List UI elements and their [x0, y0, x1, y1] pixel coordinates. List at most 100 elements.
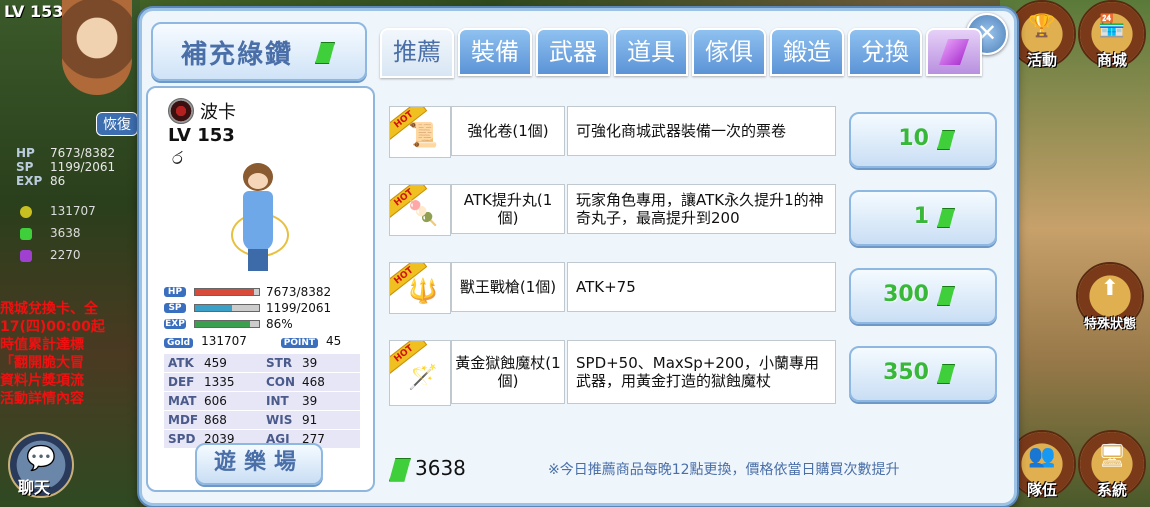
recover-button[interactable]: 恢復: [96, 112, 138, 136]
buy-button[interactable]: 1: [849, 190, 997, 246]
hud-avatar[interactable]: [62, 0, 132, 95]
tab-furniture[interactable]: 傢俱: [692, 28, 766, 76]
hud-sp-value: 1199/2061: [50, 160, 116, 174]
item-price: 350: [883, 360, 929, 385]
item-image: HOT 🔱: [389, 262, 451, 314]
hp-bar-fill: [195, 289, 254, 295]
green-diamond-icon: [315, 42, 335, 64]
item-price: 300: [883, 282, 929, 307]
activity-label: 活動: [1026, 51, 1057, 69]
balance-value: 3638: [415, 456, 466, 480]
shop-button[interactable]: 🏪 商城: [1078, 0, 1146, 69]
character-bars: HP 7673/8382 SP 1199/2061 EXP 86%: [164, 284, 331, 332]
shop-item-row: HOT 📜 強化卷(1個) 可強化商城武器裝備一次的票卷: [389, 106, 836, 158]
hud-stats: HP 7673/8382 SP 1199/2061 EXP 86: [16, 146, 115, 188]
hud-sp-label: SP: [16, 160, 34, 174]
point-value: 45: [326, 334, 342, 348]
spear-icon: 🔱: [408, 277, 438, 305]
hud-green-diamond-value: 3638: [50, 226, 81, 240]
topup-label: 補充綠鑽: [181, 40, 294, 70]
character-level: LV 153: [168, 125, 235, 146]
topup-green-diamond-button[interactable]: 補充綠鑽: [151, 22, 367, 81]
buy-button[interactable]: 350: [849, 346, 997, 402]
game-background-right: [1000, 0, 1150, 507]
tab-weapons[interactable]: 武器: [536, 28, 610, 76]
item-name: 黃金獄蝕魔杖(1個): [451, 340, 565, 404]
hp-tag: HP: [164, 287, 186, 297]
hud-currency: 131707 3638 2270: [20, 200, 96, 266]
diamond-balance: 3638: [389, 456, 466, 482]
gold-value: 131707: [201, 334, 247, 348]
green-diamond-icon: [389, 457, 411, 482]
activity-button[interactable]: 🏆 活動: [1008, 0, 1076, 69]
item-name: 獸王戰槍(1個): [451, 262, 565, 312]
item-price: 1: [913, 204, 929, 229]
buy-button[interactable]: 10: [849, 112, 997, 168]
hud-hp-value: 7673/8382: [50, 146, 116, 160]
green-diamond-icon: [937, 208, 955, 228]
item-image: HOT 🪄: [389, 340, 451, 406]
shop-item-row: HOT 🔱 獸王戰槍(1個) ATK+75: [389, 262, 836, 314]
system-label: 系統: [1096, 481, 1127, 499]
news-line: 「翻開脆大冒: [0, 355, 84, 371]
shop-label: 商城: [1096, 51, 1127, 69]
news-ticker: 飛城兌換卡、全 17(四)00:00起 時值累計達標 「翻開脆大冒 資料片獎項流…: [0, 300, 140, 408]
news-line: 資料片獎項流: [0, 373, 84, 389]
character-card: 波卡 LV 153 ර HP 7673/8382 SP 1199/2061 EXP 8…: [146, 86, 375, 492]
shop-tabs: 推薦 裝備 武器 道具 傢俱 鍛造 兌換: [380, 28, 986, 78]
green-diamond-icon: [937, 286, 955, 306]
news-line: 17(四)00:00起: [0, 319, 105, 335]
point-tag: POINT: [280, 338, 319, 348]
exp-tag: EXP: [164, 319, 186, 329]
news-line: 飛城兌換卡、全: [0, 301, 98, 317]
sp-tag: SP: [164, 303, 186, 313]
attr-cell: WIS 91: [262, 411, 360, 430]
party-button[interactable]: 👥 隊伍: [1008, 430, 1076, 499]
gold-point-row: Gold 131707 POINT 45: [164, 334, 341, 348]
tab-items[interactable]: 道具: [614, 28, 688, 76]
chat-label: 聊天: [18, 478, 51, 497]
sp-value: 1199/2061: [266, 301, 332, 315]
up-arrow-icon: ⬆: [1100, 276, 1120, 301]
tab-purple-diamond[interactable]: [926, 28, 982, 76]
tab-equipment[interactable]: 裝備: [458, 28, 532, 76]
tab-exchange[interactable]: 兌換: [848, 28, 922, 76]
attr-cell: MDF 868: [164, 411, 262, 430]
special-status-button[interactable]: ⬆ 特殊狀態: [1076, 262, 1144, 332]
exp-value: 86%: [266, 317, 293, 331]
attr-cell: DEF 1335: [164, 373, 262, 392]
attr-cell: CON 468: [262, 373, 360, 392]
purple-diamond-icon: [939, 39, 969, 65]
hud-hp-label: HP: [16, 146, 35, 160]
hud-exp-label: EXP: [16, 174, 43, 188]
shop-item-row: HOT 🪄 黃金獄蝕魔杖(1個) SPD+50、MaxSp+200，小蘭專用武器…: [389, 340, 836, 406]
party-label: 隊伍: [1026, 481, 1057, 499]
attr-cell: ATK 459: [164, 354, 262, 373]
sp-bar-fill: [195, 305, 233, 311]
wand-icon: 🪄: [408, 363, 438, 391]
shop-item-row: HOT 🍡 ATK提升丸(1個) 玩家角色專用，讓ATK永久提升1的神奇丸子，最…: [389, 184, 836, 236]
amusement-park-button[interactable]: 遊樂場: [195, 443, 323, 485]
tab-forge[interactable]: 鍛造: [770, 28, 844, 76]
buy-button[interactable]: 300: [849, 268, 997, 324]
character-avatar-icon: [168, 98, 194, 124]
attr-cell: INT 39: [262, 392, 360, 411]
attr-cell: STR 39: [262, 354, 360, 373]
party-icon: 👥: [1028, 444, 1056, 469]
item-image: HOT 🍡: [389, 184, 451, 236]
character-mark-icon: ර: [172, 148, 183, 169]
hp-value: 7673/8382: [266, 285, 332, 299]
tab-recommended[interactable]: 推薦: [380, 28, 454, 78]
system-icon: 🖥: [1098, 444, 1126, 469]
special-status-label: 特殊狀態: [1083, 317, 1136, 332]
system-button[interactable]: 🖥 系統: [1078, 430, 1146, 499]
chat-bubble-icon: 💬: [26, 444, 56, 472]
chat-button[interactable]: 💬 聊天: [8, 432, 74, 498]
exp-bar-fill: [195, 321, 251, 327]
trophy-icon: 🏆: [1028, 14, 1056, 39]
gold-coin-icon: [20, 205, 32, 218]
hud-level: LV 153: [4, 2, 64, 21]
item-name: ATK提升丸(1個): [451, 184, 565, 234]
item-description: 玩家角色專用，讓ATK永久提升1的神奇丸子，最高提升到200: [567, 184, 836, 234]
news-line: 時值累計達標: [0, 337, 84, 353]
